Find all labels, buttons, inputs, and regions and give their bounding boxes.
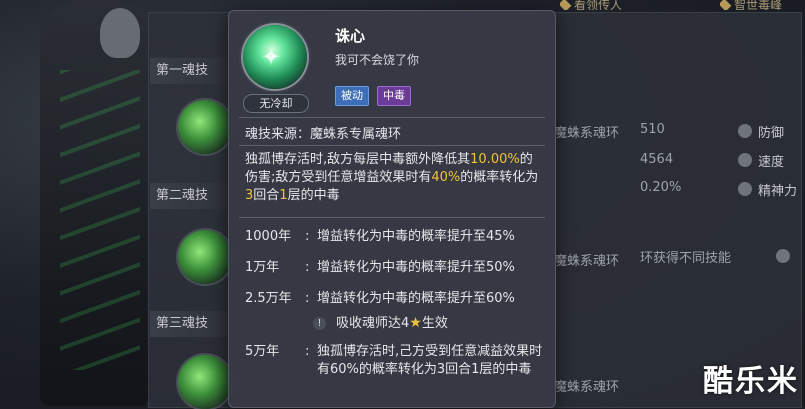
- warning-icon: !: [313, 317, 326, 330]
- skill-description: 独孤博存活时,敌方每层中毒额外降低其10.00%的伤害;敌方受到任意增益效果时有…: [245, 152, 539, 203]
- stat-value-1: 510: [640, 122, 665, 137]
- divider: [239, 145, 545, 146]
- soul-skill-icon-3[interactable]: [178, 355, 232, 409]
- cooldown-badge: 无冷却: [243, 94, 309, 113]
- level-row-1000: 1000年: 增益转化为中毒的概率提升至45%: [245, 229, 515, 244]
- swap-icon[interactable]: [776, 249, 790, 263]
- requirement-row: ! 吸收魂师达4★生效: [313, 312, 448, 331]
- stat-label-2: 速度: [758, 155, 785, 170]
- divider: [239, 117, 545, 118]
- stat-value-2: 4564: [640, 152, 674, 167]
- stat-label-1: 防御: [758, 126, 785, 141]
- diamond-icon: [560, 0, 572, 10]
- level-row-50000: 5万年: 独孤博存活时,己方受到任意减益效果时有60%的概率转化为3回合1层的中毒: [245, 344, 543, 377]
- soul-tab-3[interactable]: 第三魂技: [150, 311, 232, 337]
- speed-icon: [738, 153, 752, 167]
- character-portrait: [40, 0, 150, 406]
- soul-skill-icon-2[interactable]: [178, 230, 232, 284]
- top-tab-1[interactable]: 看领传人: [560, 0, 622, 10]
- stat-label-3: 精神力: [758, 184, 798, 199]
- soul-tab-1[interactable]: 第一魂技: [150, 58, 232, 84]
- ring-label-1: 魔蛛系魂环: [554, 126, 620, 141]
- ring-hint: 环获得不同技能: [640, 251, 732, 266]
- ring-label-2: 魔蛛系魂环: [554, 254, 620, 269]
- skill-icon: ✦: [243, 25, 307, 89]
- diamond-icon: [720, 0, 732, 10]
- skill-name: 诛心: [335, 27, 366, 45]
- skill-source: 魂技来源：魔蛛系专属魂环: [245, 127, 402, 142]
- star-icon: ★: [409, 315, 422, 331]
- level-row-10000: 1万年: 增益转化为中毒的概率提升至50%: [245, 260, 515, 275]
- watermark-logo: 酷乐米: [703, 364, 799, 399]
- soul-skill-icon-1[interactable]: [178, 100, 232, 154]
- skill-tooltip-popup: ✦ 无冷却 诛心 我可不会饶了你 被动 中毒 魂技来源：魔蛛系专属魂环 独孤博存…: [228, 10, 556, 408]
- shield-icon: [738, 124, 752, 138]
- spider-skill-icon: ✦: [261, 43, 282, 71]
- soul-tab-2[interactable]: 第二魂技: [150, 183, 232, 209]
- top-tab-2[interactable]: 智世毒峰: [720, 0, 782, 10]
- skill-quote: 我可不会饶了你: [335, 53, 420, 67]
- spirit-icon: [738, 182, 752, 196]
- divider: [239, 217, 545, 218]
- level-row-25000: 2.5万年: 增益转化为中毒的概率提升至60%: [245, 291, 515, 306]
- tag-poison: 中毒: [377, 86, 411, 106]
- ring-label-3: 魔蛛系魂环: [554, 380, 620, 395]
- tag-passive: 被动: [335, 86, 369, 106]
- stat-value-3: 0.20%: [640, 180, 682, 195]
